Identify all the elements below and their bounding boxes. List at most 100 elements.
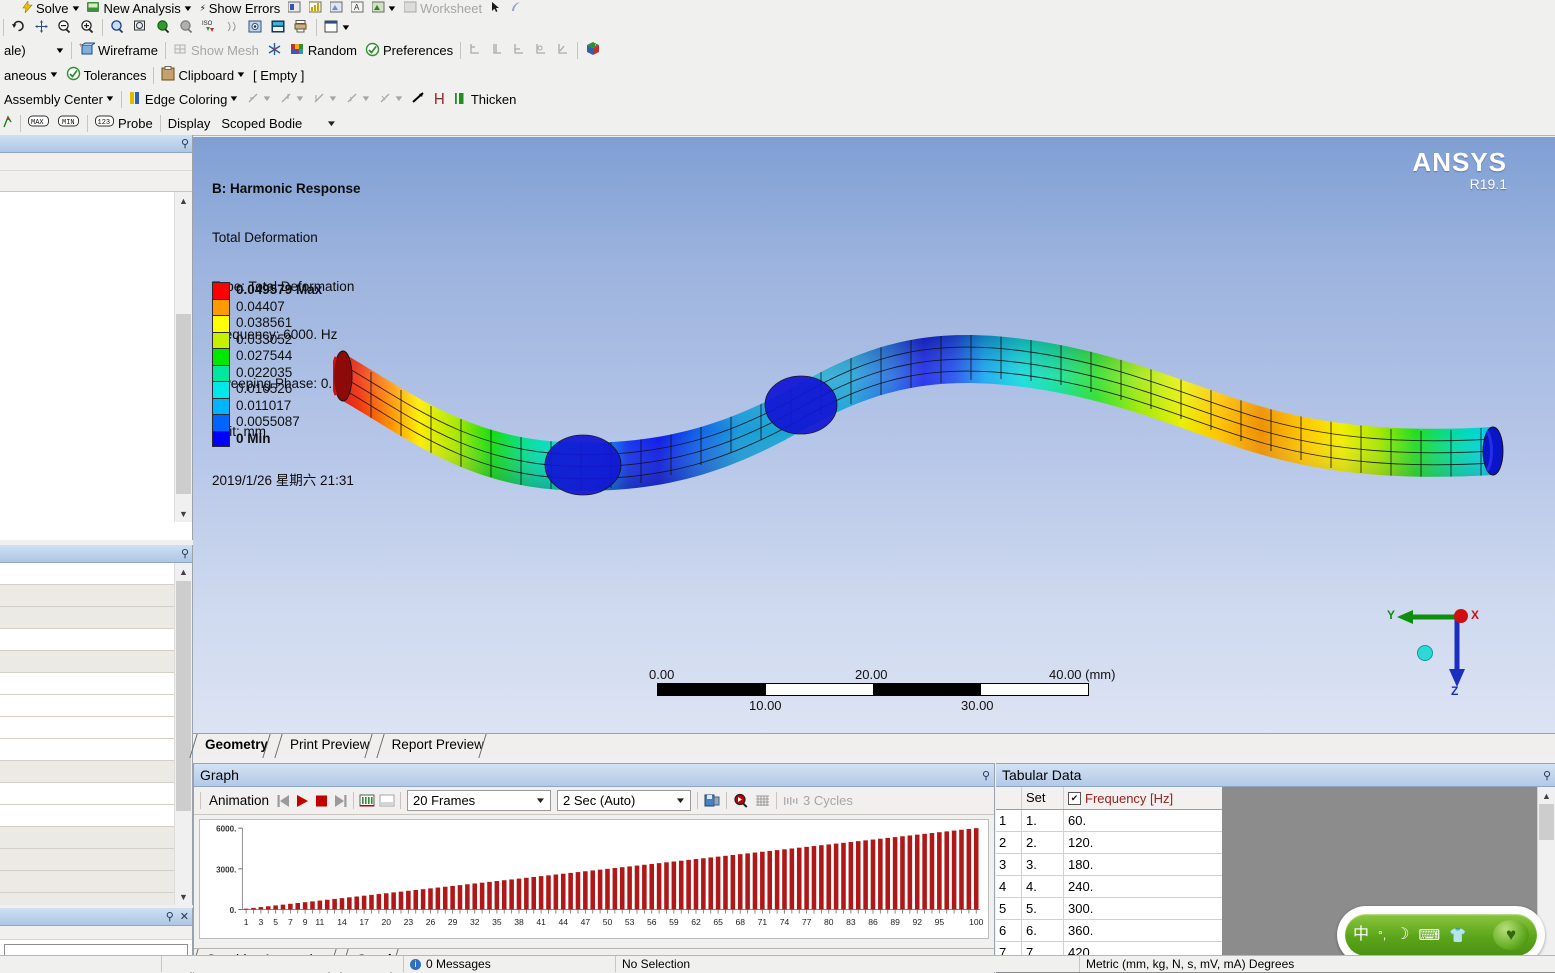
export-video-button[interactable]	[701, 787, 723, 814]
scale-combo[interactable]: ale) ▼	[0, 38, 68, 63]
pan-button[interactable]	[30, 17, 53, 38]
feather-button[interactable]	[506, 0, 526, 17]
edge-dir-button[interactable]: ▼	[275, 87, 308, 111]
min-button[interactable]: MIN	[54, 111, 84, 135]
zoom-result-button[interactable]	[730, 787, 752, 814]
named-selection-button[interactable]	[284, 0, 305, 17]
scroll-up-arrow[interactable]: ▲	[175, 563, 192, 580]
ime-soft-keyboard-icon[interactable]: ⌨	[1419, 928, 1441, 943]
ime-logo-icon[interactable]: ♥	[1493, 920, 1529, 950]
image-to-file-button[interactable]: ▼	[368, 0, 400, 17]
duration-combo[interactable]: 2 Sec (Auto) ▼	[557, 790, 692, 811]
perspective-button[interactable]	[221, 17, 244, 38]
chevron-down-icon[interactable]: ▼	[70, 4, 81, 13]
details-row[interactable]	[0, 761, 175, 783]
thicken-button[interactable]: Thicken	[450, 87, 521, 111]
edge-b-button[interactable]: ▼	[308, 87, 341, 111]
assembly-center-combo[interactable]: Assembly Center ▼	[0, 87, 118, 111]
details-row[interactable]	[0, 827, 175, 849]
details-row[interactable]	[0, 717, 175, 739]
details-row[interactable]	[0, 695, 175, 717]
chevron-down-icon[interactable]: ▼	[54, 46, 65, 55]
row-set[interactable]: 3.	[1022, 854, 1064, 875]
details-row[interactable]	[0, 607, 175, 629]
row-frequency[interactable]: 240.	[1064, 876, 1222, 897]
iso-view-button[interactable]: ISO	[198, 17, 221, 38]
max-button[interactable]: MAX	[24, 111, 54, 135]
edge-k-button[interactable]: ▼	[374, 87, 407, 111]
status-messages[interactable]: i 0 Messages	[404, 956, 616, 972]
annotation-1-button[interactable]	[464, 38, 486, 63]
new-analysis-button[interactable]: New Analysis ▼	[83, 0, 195, 17]
table-row[interactable]: 2 2. 120.	[996, 832, 1222, 854]
cursor-button[interactable]	[486, 0, 506, 17]
annotation-2-button[interactable]	[486, 38, 508, 63]
chevron-down-icon[interactable]: ▼	[182, 4, 193, 13]
chevron-down-icon[interactable]: ▼	[529, 796, 552, 805]
chevron-down-icon[interactable]: ▼	[104, 95, 115, 103]
look-at-button[interactable]	[244, 17, 267, 38]
pin-icon[interactable]: ⚲	[982, 769, 990, 782]
scroll-up-arrow[interactable]: ▲	[175, 192, 192, 209]
edge-thin-button[interactable]: ▼	[242, 87, 275, 111]
details-row[interactable]	[0, 673, 175, 695]
tree-button[interactable]	[0, 111, 17, 135]
deformed-beam-model[interactable]	[333, 327, 1555, 507]
frames-combo[interactable]: 20 Frames ▼	[407, 790, 552, 811]
table-row[interactable]: 5 5. 300.	[996, 898, 1222, 920]
edge-s-button[interactable]: ▼	[341, 87, 374, 111]
pin-icon[interactable]: ⚲	[181, 137, 189, 150]
frequency-bar-chart[interactable]: 0. 3000. 6000. 1 3 5 7 9 11 14 17 20 23 26 29 32 35 38 41 4…	[199, 819, 989, 939]
grid-toggle-button[interactable]	[752, 787, 773, 814]
scrollbar-thumb[interactable]	[1539, 804, 1554, 840]
axis-triad[interactable]: Y X Z	[1379, 595, 1499, 700]
row-frequency[interactable]: 300.	[1064, 898, 1222, 919]
print-button[interactable]	[290, 17, 313, 38]
chevron-down-icon[interactable]: ▼	[236, 71, 247, 79]
clipboard-button[interactable]: Clipboard ▼	[157, 63, 249, 87]
image-button[interactable]	[326, 0, 347, 17]
row-frequency[interactable]: 60.	[1064, 810, 1222, 831]
close-icon[interactable]: ✕	[180, 910, 189, 923]
row-set[interactable]: 5.	[1022, 898, 1064, 919]
zoom-in-button[interactable]	[76, 17, 99, 38]
annotation-4-button[interactable]	[530, 38, 552, 63]
chevron-down-icon[interactable]: ▼	[387, 4, 398, 13]
distribute-frames-button[interactable]	[357, 787, 377, 814]
row-frequency[interactable]: 180.	[1064, 854, 1222, 875]
row-set[interactable]: 2.	[1022, 832, 1064, 853]
details-row[interactable]	[0, 871, 175, 893]
chevron-down-icon[interactable]: ▼	[321, 119, 344, 128]
thickness-button[interactable]	[430, 87, 450, 111]
go-to-start-button[interactable]	[274, 787, 293, 814]
legend-cube-button[interactable]: ?	[581, 38, 605, 63]
preferences-button[interactable]: Preferences	[361, 38, 457, 63]
magnifier-green-button[interactable]	[152, 17, 175, 38]
chevron-down-icon[interactable]: ▼	[262, 95, 273, 103]
random-colors-button[interactable]	[263, 38, 286, 63]
magnifier-grey-button[interactable]	[175, 17, 198, 38]
random-button[interactable]: Random	[286, 38, 361, 63]
show-mesh-button[interactable]: Show Mesh	[169, 38, 263, 63]
table-row[interactable]: 3 3. 180.	[996, 854, 1222, 876]
graphics-viewport[interactable]: ANSYS R19.1 B: Harmonic Response Total D…	[193, 137, 1555, 733]
details-row[interactable]	[0, 629, 175, 651]
window-layout-button[interactable]: ▼	[320, 17, 354, 38]
scroll-up-arrow[interactable]: ▲	[1538, 787, 1555, 804]
details-grid[interactable]: ▲ ▼	[0, 563, 192, 905]
row-frequency[interactable]: 120.	[1064, 832, 1222, 853]
ime-moon-icon[interactable]: ☽	[1395, 927, 1409, 943]
contour-legend[interactable]: 0.049579 Max 0.04407 0.038561 0.033052 0…	[212, 282, 322, 447]
chevron-down-icon[interactable]: ▼	[669, 796, 692, 805]
header-frequency[interactable]: ✔ Frequency [Hz]	[1064, 787, 1222, 809]
scroll-down-arrow[interactable]: ▼	[175, 505, 192, 522]
scrollbar-thumb[interactable]	[176, 314, 191, 494]
row-frequency[interactable]: 360.	[1064, 920, 1222, 941]
miscellaneous-combo[interactable]: aneous ▼	[0, 63, 62, 87]
details-row[interactable]	[0, 563, 175, 585]
chevron-down-icon[interactable]: ▼	[327, 95, 338, 103]
edge-coloring-button[interactable]: Edge Coloring ▼	[125, 87, 242, 111]
chevron-down-icon[interactable]: ▼	[360, 95, 371, 103]
solve-button[interactable]: Solve ▼	[18, 0, 83, 17]
details-row[interactable]	[0, 893, 175, 905]
